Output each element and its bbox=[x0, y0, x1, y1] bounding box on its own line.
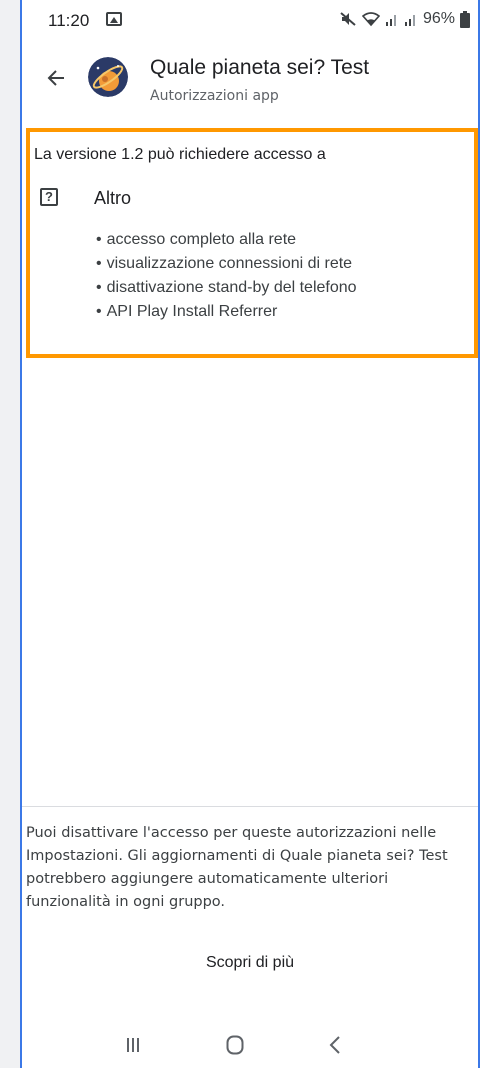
question-icon: ? bbox=[40, 188, 58, 206]
permission-list: accesso completo alla rete visualizzazio… bbox=[96, 228, 357, 324]
page-title: Quale pianeta sei? Test bbox=[150, 56, 370, 79]
home-icon[interactable] bbox=[220, 1030, 250, 1060]
divider bbox=[22, 806, 478, 807]
recent-apps-icon[interactable] bbox=[118, 1030, 148, 1060]
signal-icon bbox=[404, 11, 418, 27]
permissions-section: La versione 1.2 può richiedere accesso a… bbox=[26, 128, 478, 358]
footer-info-text: Puoi disattivare l'accesso per queste au… bbox=[26, 825, 448, 910]
list-item: visualizzazione connessioni di rete bbox=[96, 252, 357, 276]
status-icons: 96% bbox=[339, 10, 470, 28]
back-icon[interactable] bbox=[320, 1030, 350, 1060]
app-header: Quale pianeta sei? Test Autorizzazioni a… bbox=[22, 44, 478, 114]
navigation-bar bbox=[22, 1030, 478, 1068]
list-item: disattivazione stand-by del telefono bbox=[96, 276, 357, 300]
permission-group-title: Altro bbox=[94, 188, 132, 208]
back-arrow-icon[interactable] bbox=[36, 58, 76, 98]
signal-icon bbox=[385, 11, 399, 27]
list-item: accesso completo alla rete bbox=[96, 228, 357, 252]
version-heading: La versione 1.2 può richiedere accesso a bbox=[34, 146, 326, 163]
wifi-icon bbox=[361, 11, 380, 27]
page-subtitle: Autorizzazioni app bbox=[150, 88, 279, 104]
window-frame-left bbox=[0, 0, 22, 1068]
learn-more-link[interactable]: Scopri di più bbox=[22, 954, 478, 972]
battery-percent: 96% bbox=[422, 10, 455, 27]
list-item: API Play Install Referrer bbox=[96, 300, 357, 324]
battery-icon bbox=[460, 10, 470, 28]
phone-screen: 11:20 96% Quale pianeta sei? Test Autori… bbox=[22, 0, 478, 1068]
mute-icon bbox=[339, 11, 357, 27]
planet-app-icon bbox=[88, 57, 128, 97]
gallery-icon bbox=[106, 12, 122, 26]
status-bar: 11:20 96% bbox=[22, 0, 478, 40]
status-time: 11:20 bbox=[48, 11, 90, 30]
